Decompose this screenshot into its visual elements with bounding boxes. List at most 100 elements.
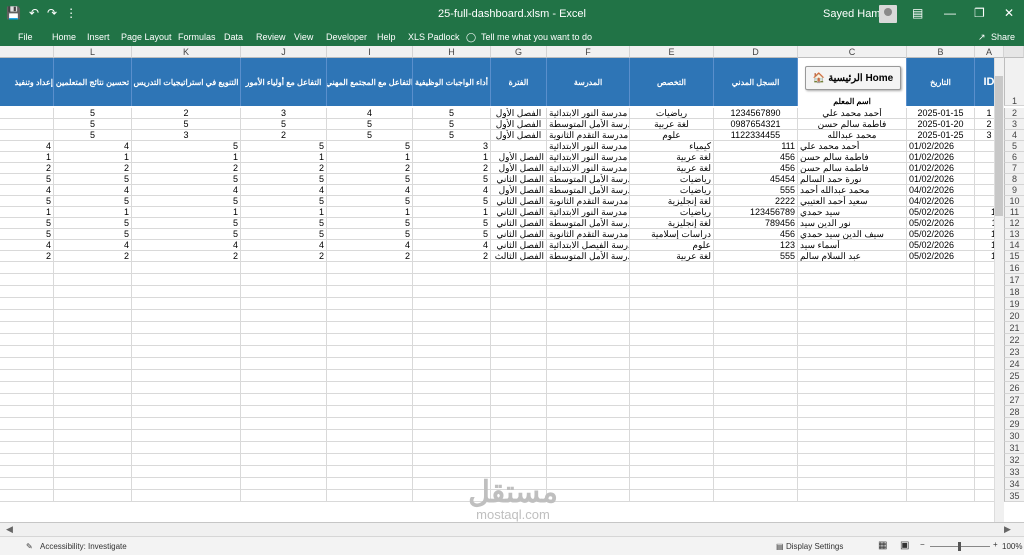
cell-empty[interactable]: [0, 454, 54, 466]
cell-professional-community[interactable]: 1: [327, 207, 413, 218]
cell-empty[interactable]: [630, 478, 714, 490]
cell-strategies[interactable]: 5: [132, 174, 241, 185]
cell-empty[interactable]: [630, 370, 714, 382]
cell-empty[interactable]: [907, 274, 975, 286]
cell-empty[interactable]: [327, 274, 413, 286]
cell-empty[interactable]: [413, 334, 491, 346]
cell-empty[interactable]: [132, 430, 241, 442]
page-layout-view-icon[interactable]: ▣: [900, 540, 909, 551]
cell-date[interactable]: 05/02/2026: [907, 218, 975, 229]
cell-parents[interactable]: 1: [241, 152, 327, 163]
cell-empty[interactable]: [54, 262, 132, 274]
cell-empty[interactable]: [413, 490, 491, 502]
tab-developer[interactable]: Developer: [326, 32, 367, 42]
cell-date[interactable]: 01/02/2026: [907, 163, 975, 174]
cell-empty[interactable]: [132, 394, 241, 406]
cell-duties[interactable]: 2: [413, 163, 491, 174]
cell-empty[interactable]: [798, 310, 907, 322]
cell-empty[interactable]: [547, 406, 630, 418]
cell-professional-community[interactable]: 5: [327, 130, 413, 141]
cell-empty[interactable]: [327, 418, 413, 430]
cell-results[interactable]: 1: [54, 152, 132, 163]
column-header-b[interactable]: B: [907, 46, 975, 58]
cell-empty[interactable]: [630, 382, 714, 394]
cell-empty[interactable]: [491, 358, 547, 370]
cell-empty[interactable]: [798, 394, 907, 406]
cell-empty[interactable]: [547, 262, 630, 274]
cell-empty[interactable]: [630, 406, 714, 418]
cell-empty[interactable]: [0, 406, 54, 418]
cell-empty[interactable]: [241, 274, 327, 286]
tab-file[interactable]: File: [18, 32, 33, 42]
row-header-31[interactable]: 31: [1004, 442, 1024, 454]
cell-empty[interactable]: [413, 262, 491, 274]
cell-strategies[interactable]: 5: [132, 141, 241, 152]
cell-empty[interactable]: [327, 286, 413, 298]
row-header-20[interactable]: 20: [1004, 310, 1024, 322]
cell-date[interactable]: 2025-01-20: [907, 119, 975, 130]
cell-empty[interactable]: [0, 358, 54, 370]
cell-empty[interactable]: [491, 274, 547, 286]
cell-empty[interactable]: [630, 262, 714, 274]
cell-empty[interactable]: [630, 394, 714, 406]
cell-empty[interactable]: [630, 322, 714, 334]
cell-empty[interactable]: [54, 394, 132, 406]
column-header-g[interactable]: G: [491, 46, 547, 58]
cell-teacher-name[interactable]: نورة حمد السالم: [798, 174, 907, 185]
cell-empty[interactable]: [491, 382, 547, 394]
cell-civil-record[interactable]: 456: [714, 229, 798, 240]
cell-empty[interactable]: [327, 454, 413, 466]
cell-empty[interactable]: [630, 286, 714, 298]
column-header-m[interactable]: [0, 46, 54, 58]
cell-empty[interactable]: [547, 478, 630, 490]
cell-empty[interactable]: [547, 466, 630, 478]
cell-school[interactable]: مدرسة الأمل المتوسطة: [547, 119, 630, 130]
cell-specialization[interactable]: لغة إنجليزية: [630, 196, 714, 207]
cell-empty[interactable]: [54, 358, 132, 370]
cell-empty[interactable]: [798, 298, 907, 310]
cell-date[interactable]: 05/02/2026: [907, 240, 975, 251]
tab-view[interactable]: View: [294, 32, 313, 42]
cell-specialization[interactable]: لغة عربية: [630, 163, 714, 174]
cell-empty[interactable]: [132, 298, 241, 310]
cell-teacher-name[interactable]: فاطمة سالم حسن: [798, 119, 907, 130]
cell-duties[interactable]: 5: [413, 108, 491, 119]
cell-empty[interactable]: [714, 286, 798, 298]
cell-strategies[interactable]: 2: [132, 163, 241, 174]
vertical-scroll-thumb[interactable]: [995, 76, 1003, 216]
cell-parents[interactable]: 5: [241, 229, 327, 240]
cell-specialization[interactable]: رياضيات: [630, 185, 714, 196]
row-header-22[interactable]: 22: [1004, 334, 1024, 346]
cell-preparation[interactable]: 5: [0, 196, 54, 207]
cell-period[interactable]: الفصل الأول: [491, 119, 547, 130]
tab-help[interactable]: Help: [377, 32, 396, 42]
cell-empty[interactable]: [241, 430, 327, 442]
cell-empty[interactable]: [547, 430, 630, 442]
cell-duties[interactable]: 5: [413, 196, 491, 207]
cell-empty[interactable]: [798, 454, 907, 466]
cell-professional-community[interactable]: 5: [327, 174, 413, 185]
cell-parents[interactable]: 2: [241, 130, 327, 141]
cell-empty[interactable]: [907, 442, 975, 454]
cell-empty[interactable]: [491, 454, 547, 466]
cell-empty[interactable]: [630, 454, 714, 466]
cell-civil-record[interactable]: 45454: [714, 174, 798, 185]
cell-empty[interactable]: [327, 406, 413, 418]
cell-empty[interactable]: [327, 490, 413, 502]
cell-empty[interactable]: [798, 346, 907, 358]
cell-results[interactable]: 4: [54, 185, 132, 196]
cell-empty[interactable]: [0, 394, 54, 406]
cell-empty[interactable]: [714, 466, 798, 478]
cell-date[interactable]: 04/02/2026: [907, 196, 975, 207]
cell-school[interactable]: مدرسة التقدم الثانوية: [547, 196, 630, 207]
row-header-8[interactable]: 8: [1004, 174, 1024, 185]
cell-duties[interactable]: 5: [413, 229, 491, 240]
cell-duties[interactable]: 4: [413, 240, 491, 251]
cell-specialization[interactable]: رياضيات: [630, 174, 714, 185]
cell-empty[interactable]: [54, 298, 132, 310]
cell-empty[interactable]: [714, 430, 798, 442]
row-header-19[interactable]: 19: [1004, 298, 1024, 310]
close-icon[interactable]: ✕: [1004, 6, 1014, 20]
cell-empty[interactable]: [547, 454, 630, 466]
home-button[interactable]: 🏠 الرئيسية Home: [805, 66, 901, 90]
